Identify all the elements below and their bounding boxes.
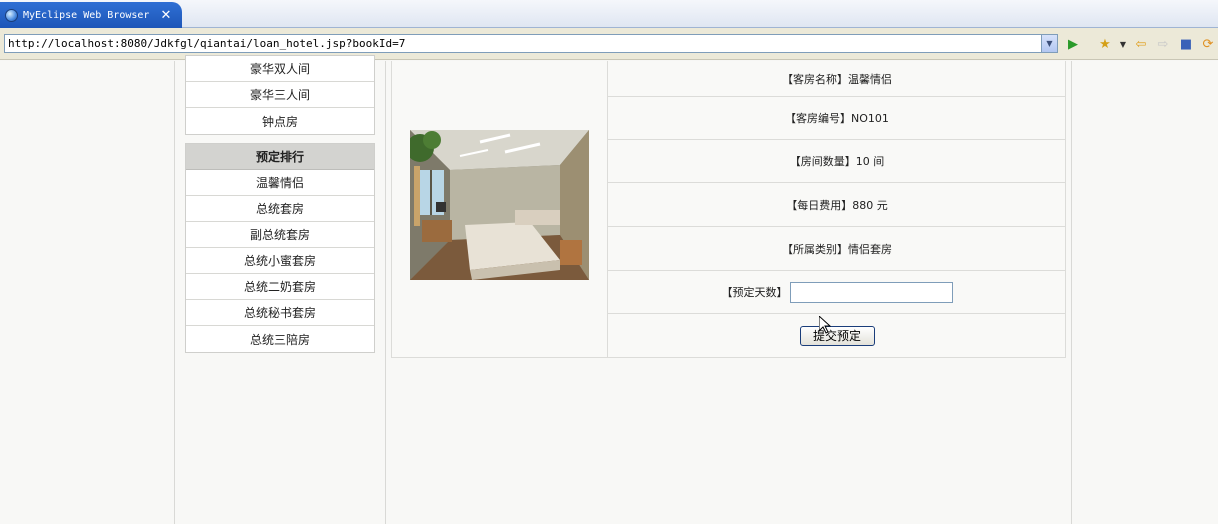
refresh-icon[interactable]: ⟳ bbox=[1200, 36, 1216, 52]
go-icon[interactable]: ▶ bbox=[1065, 36, 1081, 52]
globe-icon bbox=[5, 8, 18, 22]
divider bbox=[1071, 61, 1072, 524]
room-fee: 【每日费用】880 元 bbox=[786, 198, 888, 212]
booking-days-label: 【预定天数】 bbox=[721, 286, 788, 299]
browser-tab-bar: MyEclipse Web Browser ✕ bbox=[0, 0, 1218, 28]
tab-title: MyEclipse Web Browser bbox=[23, 9, 150, 21]
photo-cell bbox=[392, 61, 608, 358]
booking-days-input[interactable] bbox=[789, 281, 953, 303]
list-item[interactable]: 钟点房 bbox=[186, 108, 374, 134]
ranking-list: 预定排行 温馨情侣 总统套房 副总统套房 总统小蜜套房 总统二奶套房 总统秘书套… bbox=[185, 143, 375, 353]
submit-row: 提交预定 bbox=[608, 314, 1066, 357]
room-code: 【客房编号】NO101 bbox=[785, 112, 889, 125]
room-category: 【所属类别】情侣套房 bbox=[782, 242, 892, 256]
list-item-label: 豪华三人间 bbox=[249, 88, 310, 102]
list-item[interactable]: 总统二奶套房 bbox=[186, 274, 374, 300]
list-item-label: 总统三陪房 bbox=[249, 332, 310, 347]
room-category-row: 【所属类别】情侣套房 bbox=[608, 227, 1066, 271]
back-arrow-icon[interactable]: ⇦ bbox=[1133, 36, 1149, 52]
divider bbox=[385, 61, 386, 524]
address-toolbar: http://localhost:8080/Jdkfgl/qiantai/loa… bbox=[0, 28, 1218, 60]
stop-icon[interactable]: ■ bbox=[1178, 36, 1194, 52]
list-item[interactable]: 总统秘书套房 bbox=[186, 300, 374, 326]
list-item[interactable]: 总统套房 bbox=[186, 196, 374, 222]
room-type-list: 豪华双人间 豪华三人间 钟点房 bbox=[185, 55, 375, 135]
browser-tab[interactable]: MyEclipse Web Browser ✕ bbox=[0, 2, 182, 28]
list-item[interactable]: 豪华双人间 bbox=[186, 56, 374, 82]
list-item[interactable]: 总统小蜜套房 bbox=[186, 248, 374, 274]
list-item[interactable]: 豪华三人间 bbox=[186, 82, 374, 108]
ranking-title: 预定排行 bbox=[186, 144, 374, 170]
list-item-label: 豪华双人间 bbox=[249, 62, 310, 76]
booking-days-row: 【预定天数】 bbox=[608, 271, 1066, 314]
room-count: 【房间数量】10 间 bbox=[789, 155, 885, 168]
bookmark-star-icon[interactable]: ★ bbox=[1097, 36, 1113, 52]
chevron-down-icon[interactable]: ▼ bbox=[1115, 36, 1131, 52]
list-item-label: 总统套房 bbox=[255, 202, 304, 216]
list-item[interactable]: 温馨情侣 bbox=[186, 170, 374, 196]
page-content: 豪华双人间 豪华三人间 钟点房 预定排行 温馨情侣 总统套房 副总统套房 总统小… bbox=[0, 55, 1218, 524]
divider bbox=[174, 61, 175, 524]
room-name: 【客房名称】温馨情侣 bbox=[782, 72, 892, 86]
list-item-label: 钟点房 bbox=[261, 114, 298, 129]
room-fee-row: 【每日费用】880 元 bbox=[608, 183, 1066, 227]
list-item-label: 副总统套房 bbox=[249, 228, 310, 242]
list-item-label: 总统二奶套房 bbox=[243, 280, 316, 294]
list-item-label: 总统小蜜套房 bbox=[243, 254, 316, 268]
list-item-label: 温馨情侣 bbox=[255, 176, 304, 190]
room-name-row: 【客房名称】温馨情侣 bbox=[608, 61, 1066, 97]
list-item[interactable]: 总统三陪房 bbox=[186, 326, 374, 352]
submit-booking-button[interactable]: 提交预定 bbox=[799, 325, 875, 346]
list-item-label: 总统秘书套房 bbox=[243, 306, 316, 320]
room-detail-table: 【客房名称】温馨情侣 【客房编号】NO101 【房间数量】10 间 【每日费用】… bbox=[391, 61, 1066, 358]
chevron-down-icon[interactable]: ▼ bbox=[1041, 35, 1057, 52]
forward-arrow-icon[interactable]: ⇨ bbox=[1155, 36, 1171, 52]
room-photo bbox=[410, 130, 589, 280]
room-code-row: 【客房编号】NO101 bbox=[608, 97, 1066, 140]
url-input[interactable]: http://localhost:8080/Jdkfgl/qiantai/loa… bbox=[4, 34, 1058, 53]
close-icon[interactable]: ✕ bbox=[160, 8, 171, 23]
url-text: http://localhost:8080/Jdkfgl/qiantai/loa… bbox=[8, 37, 406, 50]
mouse-cursor-icon bbox=[819, 316, 831, 334]
list-item[interactable]: 副总统套房 bbox=[186, 222, 374, 248]
room-count-row: 【房间数量】10 间 bbox=[608, 140, 1066, 183]
